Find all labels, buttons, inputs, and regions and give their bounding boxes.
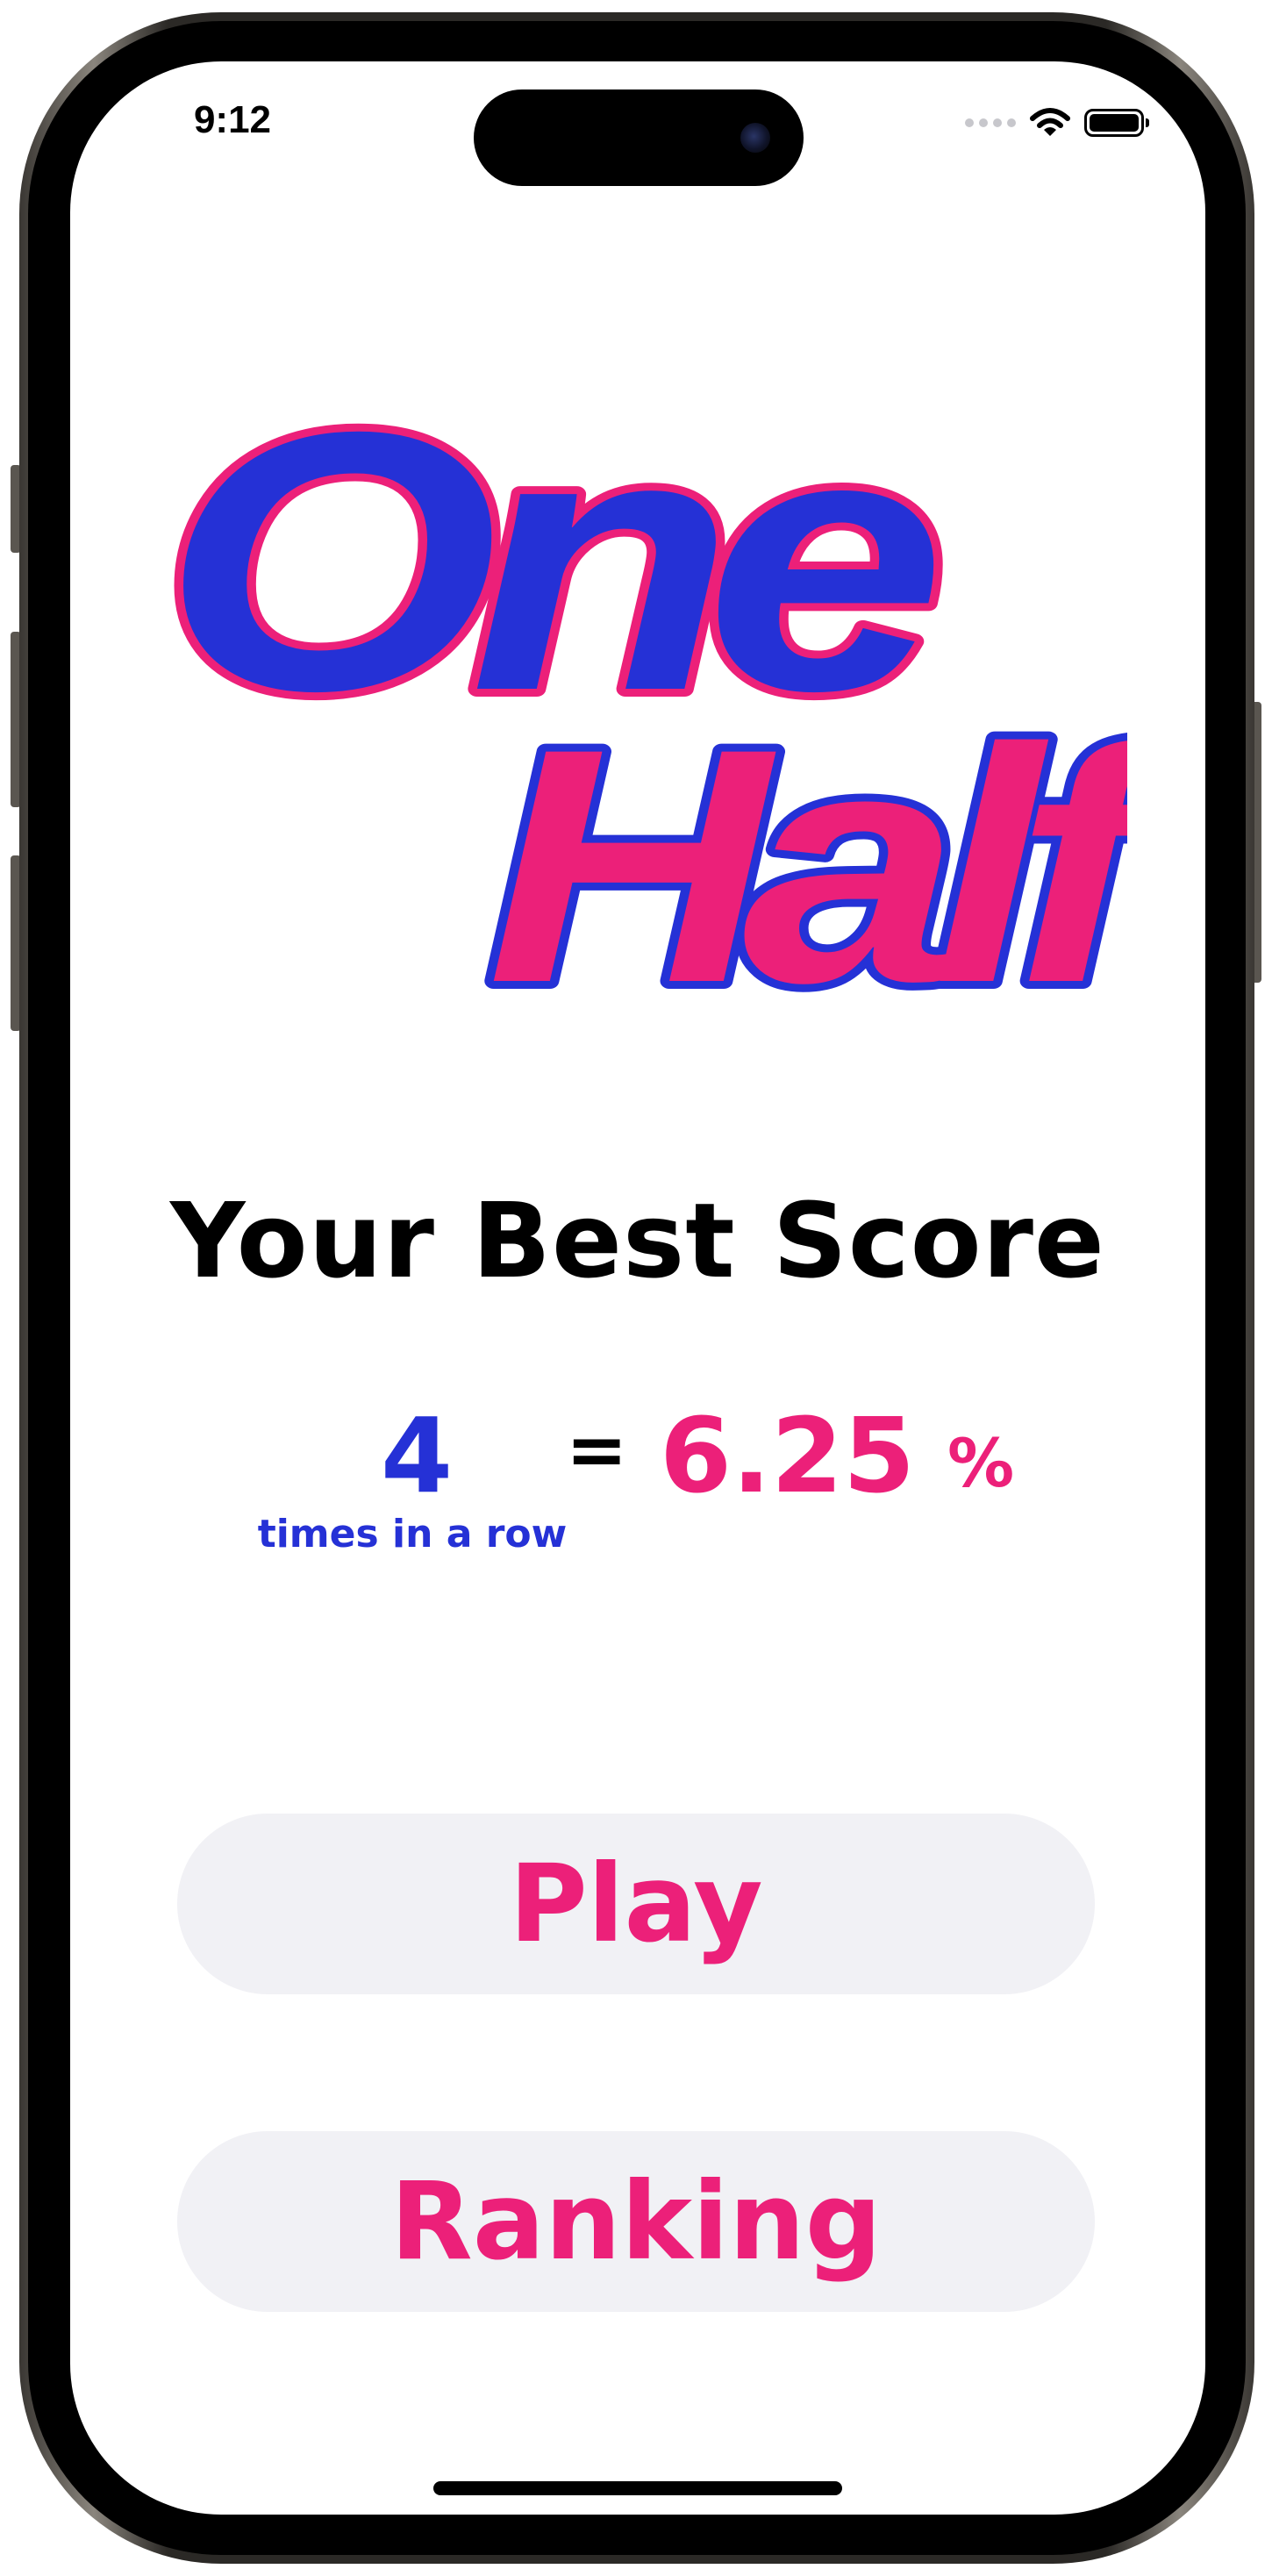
percent-sign: % <box>947 1424 1015 1502</box>
dynamic-island <box>474 89 804 186</box>
play-button[interactable]: Play <box>177 1814 1095 1994</box>
logo-word-half: Half <box>487 679 1127 1018</box>
ranking-button-label: Ranking <box>389 2159 883 2284</box>
streak-caption: times in a row <box>257 1512 568 1556</box>
battery-icon <box>1084 109 1149 137</box>
device-canvas: 9:12 One Half Your Best Score 4 times in… <box>0 0 1272 2576</box>
ranking-button[interactable]: Ranking <box>177 2131 1095 2312</box>
status-time: 9:12 <box>193 98 272 141</box>
streak-count: 4 <box>380 1395 454 1516</box>
equals-sign: = <box>566 1406 628 1492</box>
play-button-label: Play <box>509 1842 763 1966</box>
app-screen: 9:12 One Half Your Best Score 4 times in… <box>70 61 1205 2515</box>
front-camera <box>740 123 770 153</box>
best-score-title: Your Best Score <box>170 1180 1105 1301</box>
app-logo: One Half <box>154 386 1127 1018</box>
status-icons <box>965 105 1149 140</box>
home-indicator[interactable] <box>433 2481 842 2495</box>
wifi-icon <box>1030 108 1070 136</box>
probability-value: 6.25 <box>660 1395 916 1516</box>
cellular-signal-icon <box>965 118 1016 127</box>
best-score-row: 4 times in a row = 6.25 % <box>70 1395 1205 1571</box>
